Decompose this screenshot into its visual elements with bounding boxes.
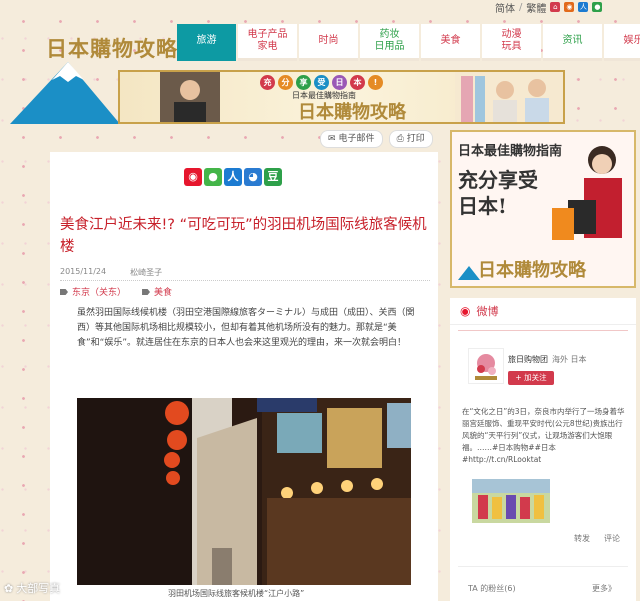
article-tags: 东京（关东） 美食 xyxy=(60,285,172,298)
weibo-widget: ◉ 微博 旅日购物团 海外 日本 + 加关注 在“文化之日”的3日，奈良市内举行… xyxy=(450,298,636,601)
article-photo xyxy=(77,398,411,585)
bubble-char: 享 xyxy=(296,75,311,90)
weibo-title: 微博 xyxy=(476,305,499,318)
article-title: 美食江户近未来!? “可吃可玩”的羽田机场国际线旅客候机楼 xyxy=(60,217,427,255)
share-bar: ◉ ● 人 ◕ 豆 xyxy=(184,168,282,186)
nav-fashion[interactable]: 时尚 xyxy=(299,24,358,61)
renren-share-icon[interactable]: 人 xyxy=(224,168,242,186)
tag-food[interactable]: 美食 xyxy=(142,285,172,298)
nav-electronics[interactable]: 电子产品 家电 xyxy=(238,24,297,61)
nav-travel[interactable]: 旅游 xyxy=(177,24,236,61)
weibo-more-link[interactable]: 更多》 xyxy=(592,583,616,594)
repost-link[interactable]: 转发 xyxy=(574,533,590,544)
tag-tokyo[interactable]: 东京（关东） xyxy=(60,285,126,298)
lang-separator: / xyxy=(519,1,523,13)
ad-line-3: 日本! xyxy=(458,194,507,218)
banner-couple-image xyxy=(455,72,563,122)
watermark-text: 大部写真 xyxy=(16,582,61,595)
nav-food[interactable]: 美食 xyxy=(421,24,480,61)
simplified-chinese-link[interactable]: 简体 xyxy=(495,0,515,15)
sidebar-ad[interactable]: 日本最佳購物指南 充分享受 日本! 日本購物攻略 xyxy=(450,130,636,288)
nav-news[interactable]: 资讯 xyxy=(543,24,602,61)
bubble-char: ! xyxy=(368,75,383,90)
mount-fuji-logo-icon xyxy=(10,62,120,124)
watermark-icon: ✿ xyxy=(4,581,14,595)
bubble-char: 本 xyxy=(350,75,365,90)
ad-woman-image xyxy=(552,146,622,240)
bubble-char: 分 xyxy=(278,75,293,90)
weibo-account: 旅日购物团 海外 日本 xyxy=(508,354,587,365)
ad-fuji-icon xyxy=(458,266,480,280)
wechat-small-icon[interactable]: ● xyxy=(592,2,603,12)
nav-anime-toys[interactable]: 动漫 玩具 xyxy=(482,24,541,61)
watermark: ✿ 大部写真 xyxy=(4,580,60,596)
banner-logo: 日本購物攻略 xyxy=(298,102,406,123)
banner-man-image xyxy=(160,72,220,122)
bubble-char: 受 xyxy=(314,75,329,90)
wechat-share-icon[interactable]: ● xyxy=(204,168,222,186)
weibo-avatar[interactable] xyxy=(468,348,504,384)
weibo-share-icon[interactable]: ◉ xyxy=(184,168,202,186)
envelope-icon: ✉ xyxy=(328,134,336,144)
printer-icon: ⎙ xyxy=(396,134,404,144)
follow-button[interactable]: + 加关注 xyxy=(508,371,554,385)
home-icon[interactable]: ⌂ xyxy=(550,2,561,12)
ad-line-1: 日本最佳購物指南 xyxy=(458,144,563,159)
tag-label: 美食 xyxy=(154,288,173,298)
weibo-small-icon[interactable]: ◉ xyxy=(564,2,575,12)
weibo-fans-label: TA 的粉丝(6) xyxy=(468,584,516,593)
tag-icon xyxy=(142,289,151,295)
traditional-chinese-link[interactable]: 繁體 xyxy=(526,0,546,15)
article-meta: 2015/11/24 松崎圣子 xyxy=(60,267,162,278)
article-body: 虽然羽田国际线候机楼（羽田空港国際線旅客ターミナル）与成田（成田）、关西（関西）… xyxy=(77,308,415,348)
tag-label: 东京（关东） xyxy=(72,288,127,298)
weibo-post-image[interactable] xyxy=(472,479,550,523)
article-date: 2015/11/24 xyxy=(60,267,107,276)
bubble-char: 充 xyxy=(260,75,275,90)
nav-cosmetics[interactable]: 药妆 日用品 xyxy=(360,24,419,61)
weibo-header: ◉ 微博 xyxy=(450,298,636,325)
bubble-char: 日 xyxy=(332,75,347,90)
header-banner[interactable]: 充 分 享 受 日 本 ! 日本最佳購物指南 日本購物攻略 xyxy=(118,70,565,124)
banner-bubbles: 充 分 享 受 日 本 ! xyxy=(260,75,383,90)
weibo-icon: ◉ xyxy=(460,304,471,318)
renren-small-icon[interactable]: 人 xyxy=(578,2,589,12)
weibo-location: 海外 日本 xyxy=(552,355,587,364)
language-switcher: 简体 / 繁體 ⌂ ◉ 人 ● xyxy=(495,0,603,15)
comment-link[interactable]: 评论 xyxy=(604,533,620,544)
ad-logo: 日本購物攻略 xyxy=(478,260,586,281)
weibo-account-name[interactable]: 旅日购物团 xyxy=(508,354,548,365)
qq-share-icon[interactable]: ◕ xyxy=(244,168,262,186)
nav-entertainment[interactable]: 娱乐 xyxy=(604,24,640,61)
main-nav: 旅游 电子产品 家电 时尚 药妆 日用品 美食 动漫 玩具 资讯 娱乐 xyxy=(177,24,640,61)
print-label: 打印 xyxy=(406,134,425,144)
weibo-divider xyxy=(458,330,628,339)
ad-line-2: 充分享受 xyxy=(458,168,538,192)
douban-share-icon[interactable]: 豆 xyxy=(264,168,282,186)
tag-icon xyxy=(60,289,68,295)
weibo-divider-2 xyxy=(458,566,628,567)
email-button[interactable]: ✉ 电子邮件 xyxy=(320,130,383,148)
meta-divider xyxy=(60,280,430,281)
weibo-post-text: 在“文化之日”的3日，奈良市内举行了一场身着华丽宫廷服饰、重现平安时代(公元8世… xyxy=(462,407,625,464)
article-toolbar: ✉ 电子邮件 ⎙ 打印 xyxy=(320,130,433,148)
weibo-post-actions: 转发 评论 xyxy=(574,533,620,544)
article-author[interactable]: 松崎圣子 xyxy=(130,267,162,278)
photo-caption: 羽田机场国际线旅客候机楼“江户小路” xyxy=(168,589,305,598)
print-button[interactable]: ⎙ 打印 xyxy=(388,130,433,148)
email-label: 电子邮件 xyxy=(338,134,375,144)
